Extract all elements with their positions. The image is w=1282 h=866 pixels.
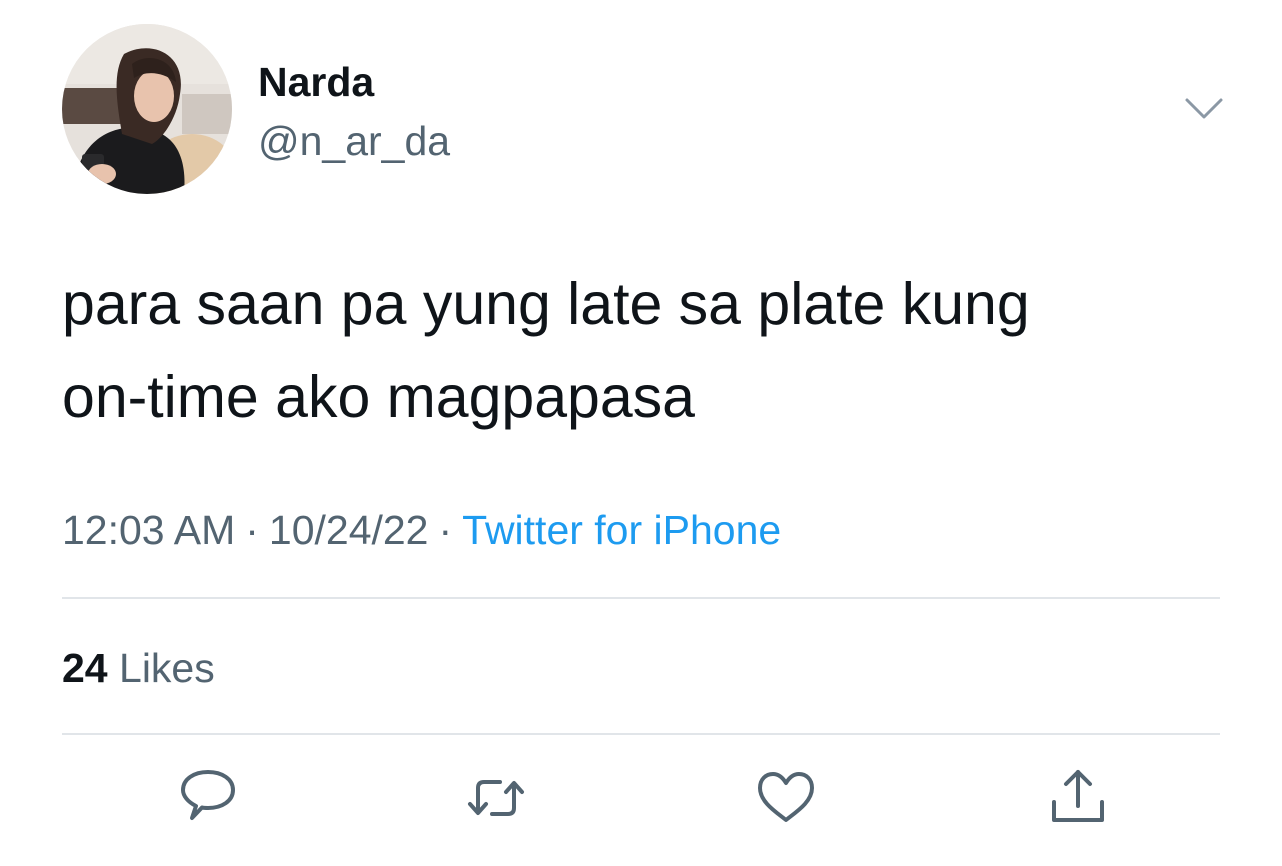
tweet-text: para saan pa yung late sa plate kung on-… [62,258,1212,444]
meta-separator: · [438,507,453,553]
tweet-metadata: 12:03 AM · 10/24/22 · Twitter for iPhone [62,504,781,556]
likes-label: Likes [119,645,215,691]
likes-count[interactable]: 24 Likes [62,642,215,694]
meta-separator: · [245,507,259,553]
avatar-photo [62,24,232,194]
author-display-name[interactable]: Narda [258,58,374,106]
retweet-button[interactable] [464,766,528,830]
tweet-source-link[interactable]: Twitter for iPhone [462,507,781,553]
retweet-icon [468,780,524,816]
tweet-time: 12:03 AM [62,507,236,553]
author-handle[interactable]: @n_ar_da [258,117,450,165]
divider [62,597,1220,599]
tweet-text-line: para saan pa yung late sa plate kung [62,271,1030,337]
chevron-down-icon[interactable] [1184,96,1224,122]
share-button[interactable] [1046,766,1110,830]
tweet-date: 10/24/22 [268,507,429,553]
likes-number: 24 [62,645,108,691]
share-icon [1052,770,1104,822]
avatar[interactable] [62,24,232,194]
divider [62,733,1220,735]
tweet-text-line: on-time ako magpapasa [62,364,695,430]
like-icon [758,772,814,822]
reply-button[interactable] [176,766,240,830]
like-button[interactable] [754,766,818,830]
reply-icon [181,770,235,820]
